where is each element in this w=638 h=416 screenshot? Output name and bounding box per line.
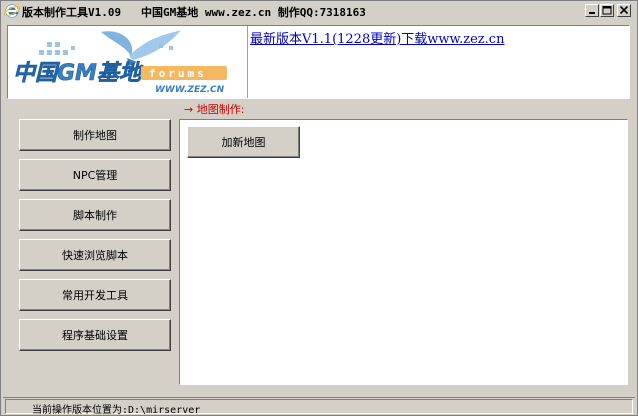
header-banner: 中国GM基地 forums WWW.ZEZ.CN 最新版本V1.1(1228更新…	[7, 25, 630, 99]
status-cell: 当前操作版本位置为:D:\mirserver	[5, 399, 633, 416]
close-button[interactable]	[617, 4, 631, 17]
ie-e-icon	[4, 4, 20, 18]
logo-url-text: WWW.ZEZ.CN	[155, 85, 225, 95]
window-title: 版本制作工具V1.09 中国GM基地 www.zez.cn 制作QQ:73181…	[22, 6, 366, 19]
main-window: 版本制作工具V1.09 中国GM基地 www.zez.cn 制作QQ:73181…	[0, 0, 638, 416]
content-panel: 加新地图	[179, 119, 628, 385]
logo-text: 中国GM基地	[13, 61, 144, 86]
banner-divider	[247, 26, 248, 98]
nav-npc-manage-button[interactable]: NPC管理	[19, 159, 171, 191]
nav-make-map-button[interactable]: 制作地图	[19, 119, 171, 151]
logo-badge-text: forums	[149, 67, 207, 80]
nav-browse-script-button[interactable]: 快速浏览脚本	[19, 239, 171, 271]
nav-dev-tools-button[interactable]: 常用开发工具	[19, 279, 171, 311]
nav-script-make-button[interactable]: 脚本制作	[19, 199, 171, 231]
title-bar[interactable]: 版本制作工具V1.09 中国GM基地 www.zez.cn 制作QQ:73181…	[1, 1, 637, 22]
maximize-button[interactable]	[600, 4, 614, 17]
status-bar: 当前操作版本位置为:D:\mirserver	[3, 397, 635, 416]
minimize-button[interactable]	[585, 4, 599, 17]
close-icon	[619, 6, 629, 15]
section-label: → 地图制作:	[184, 103, 245, 116]
status-text: 当前操作版本位置为:D:\mirserver	[32, 405, 201, 416]
nav-settings-button[interactable]: 程序基础设置	[19, 319, 171, 351]
add-map-button[interactable]: 加新地图	[187, 126, 300, 158]
latest-version-link[interactable]: 最新版本V1.1(1228更新)下载www.zez.cn	[250, 28, 504, 47]
minimize-icon	[589, 12, 595, 14]
maximize-icon	[602, 6, 612, 15]
site-logo: 中国GM基地 forums WWW.ZEZ.CN	[9, 26, 243, 98]
